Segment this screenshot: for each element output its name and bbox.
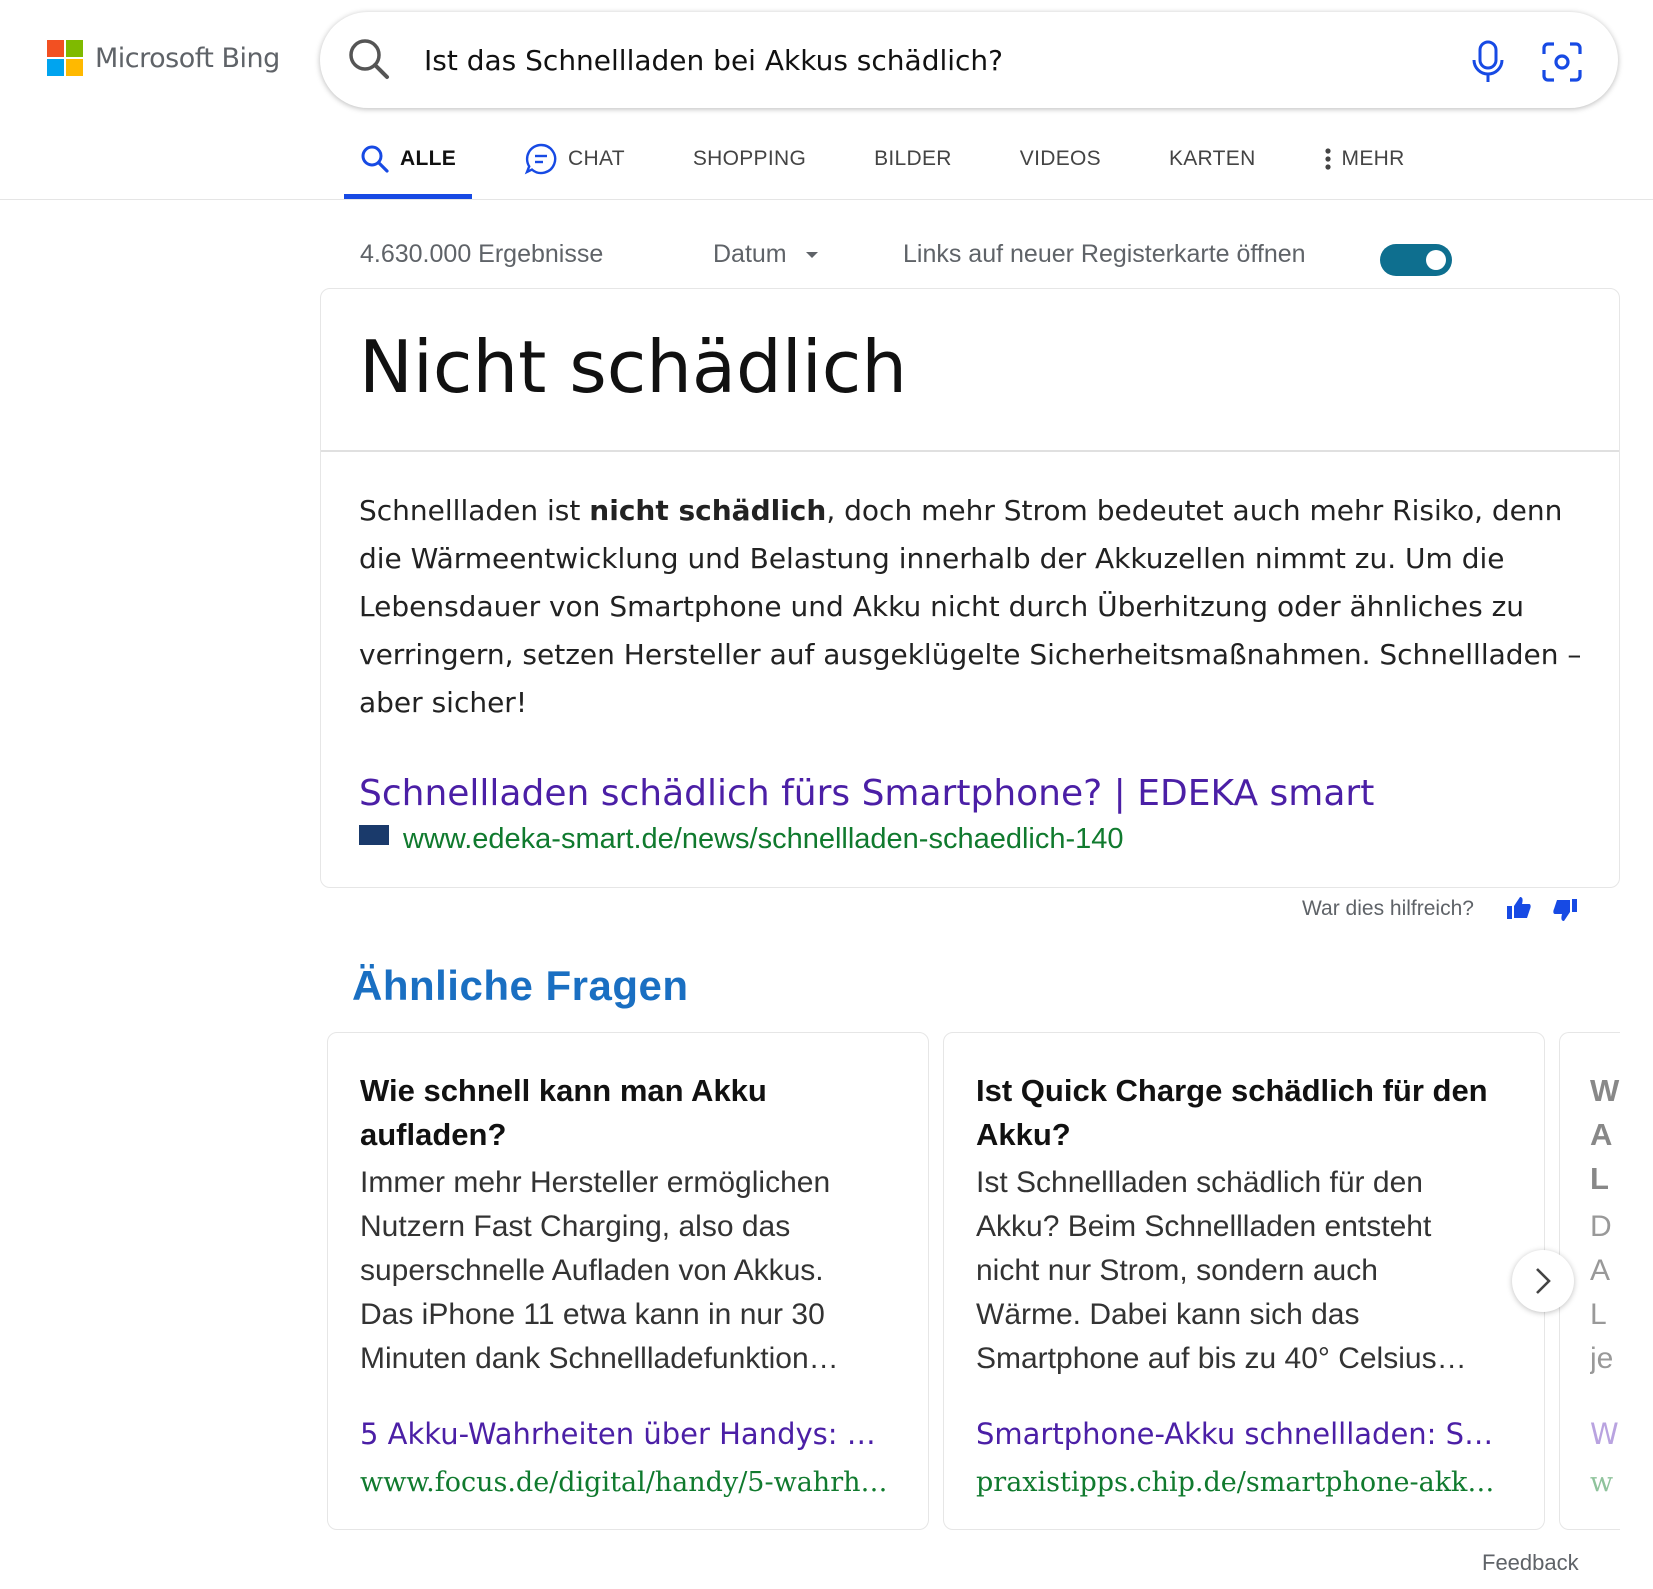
tab-shopping[interactable]: SHOPPING: [677, 126, 822, 192]
tab-label: VIDEOS: [1019, 147, 1101, 170]
question-title: W A L: [1590, 1073, 1620, 1196]
bing-logo[interactable]: Microsoft Bing: [47, 40, 280, 76]
tab-label: MEHR: [1341, 147, 1405, 170]
question-source-link[interactable]: W: [1590, 1417, 1620, 1451]
brand-name: Microsoft Bing: [95, 42, 280, 74]
date-filter-label: Datum: [713, 240, 787, 268]
tab-label: ALLE: [400, 147, 457, 170]
answer-card: Nicht schädlich Schnellladen ist nicht s…: [320, 288, 1620, 888]
thumbs-up-icon[interactable]: [1506, 896, 1532, 925]
visual-search-icon[interactable]: [1540, 40, 1584, 84]
chat-icon: [524, 143, 557, 175]
search-box[interactable]: Ist das Schnellladen bei Akkus schädlich…: [320, 12, 1618, 108]
search-input[interactable]: Ist das Schnellladen bei Akkus schädlich…: [424, 44, 1003, 77]
related-heading: Ähnliche Fragen: [352, 962, 689, 1009]
results-count: 4.630.000 Ergebnisse: [360, 240, 604, 268]
question-source-url[interactable]: praxistipps.chip.de/smartphone-akku-s…: [976, 1467, 1506, 1498]
tab-bilder[interactable]: BILDER: [858, 126, 968, 192]
question-card[interactable]: Ist Quick Charge schädlich für den Akku?…: [943, 1032, 1545, 1530]
edeka-favicon: [359, 825, 389, 855]
answer-source-url[interactable]: www.edeka-smart.de/news/schnellladen-sch…: [403, 823, 1124, 856]
helpful-prompt: War dies hilfreich?: [1302, 897, 1474, 920]
tab-karten[interactable]: KARTEN: [1153, 126, 1272, 192]
microsoft-logo-icon: [47, 40, 83, 76]
question-title: Ist Quick Charge schädlich für den Akku?: [976, 1073, 1488, 1152]
question-answer: Ist Schnellladen schädlich für den Akku?…: [976, 1166, 1467, 1375]
new-tab-label: Links auf neuer Registerkarte öffnen: [903, 240, 1306, 268]
search-icon[interactable]: [346, 36, 392, 82]
tab-label: KARTEN: [1168, 147, 1256, 170]
search-tabs: ALLE CHAT SHOPPING BILDER VIDEOS KARTEN …: [344, 126, 1457, 200]
tab-alle[interactable]: ALLE: [344, 126, 473, 199]
answer-text: Schnellladen ist nicht schädlich, doch m…: [359, 494, 1582, 719]
carousel-next-button[interactable]: [1512, 1250, 1574, 1312]
tab-videos[interactable]: VIDEOS: [1004, 126, 1117, 192]
microphone-icon[interactable]: [1468, 40, 1508, 84]
more-vertical-icon: [1324, 148, 1331, 170]
thumbs-down-icon[interactable]: [1552, 898, 1578, 927]
question-answer: Immer mehr Hersteller ermöglichen Nutzer…: [360, 1166, 839, 1375]
question-title: Wie schnell kann man Akku aufladen?: [360, 1073, 767, 1152]
feedback-link[interactable]: Feedback: [1482, 1550, 1579, 1576]
tab-label: CHAT: [568, 147, 625, 170]
answer-highlight: nicht schädlich: [589, 494, 827, 527]
tab-chat[interactable]: CHAT: [508, 126, 641, 192]
question-source-link[interactable]: 5 Akku-Wahrheiten über Handys: Sc…: [360, 1417, 890, 1451]
chevron-down-icon: [805, 252, 818, 259]
tab-mehr[interactable]: MEHR: [1308, 126, 1421, 192]
question-source-link[interactable]: Smartphone-Akku schnellladen: Sch…: [976, 1417, 1506, 1451]
question-answer: D A L je: [1590, 1210, 1614, 1375]
search-icon: [361, 145, 389, 173]
card-divider: [321, 450, 1619, 452]
tab-label: SHOPPING: [692, 147, 807, 170]
tab-label: BILDER: [874, 147, 952, 170]
answer-source-link[interactable]: Schnellladen schädlich fürs Smartphone? …: [359, 773, 1374, 814]
answer-title: Nicht schädlich: [359, 325, 907, 409]
question-source-url[interactable]: www.focus.de/digital/handy/5-wahrhei…: [360, 1467, 890, 1498]
date-filter[interactable]: Datum: [713, 240, 820, 269]
question-source-url[interactable]: w: [1590, 1467, 1620, 1498]
new-tab-toggle[interactable]: [1380, 244, 1452, 276]
chevron-right-icon: [1536, 1268, 1551, 1294]
header-divider: [0, 199, 1653, 200]
question-card[interactable]: Wie schnell kann man Akku aufladen? Imme…: [327, 1032, 929, 1530]
